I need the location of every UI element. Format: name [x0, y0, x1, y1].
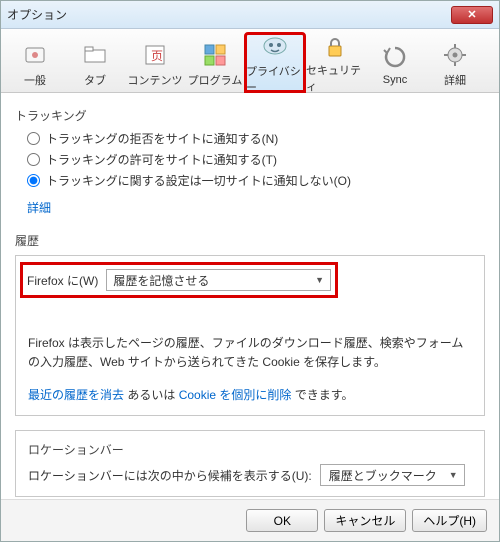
radio-none[interactable] [27, 174, 40, 187]
tracking-title: トラッキング [15, 107, 485, 124]
locationbar-row: ロケーションバーには次の中から候補を表示する(U): 履歴とブックマーク ▼ [28, 464, 472, 486]
history-select-value: 履歴を記憶させる [113, 272, 209, 289]
history-link-tail: できます。 [291, 388, 353, 402]
applications-icon [199, 40, 231, 70]
sync-icon [379, 42, 411, 72]
delete-cookies-link[interactable]: Cookie を個別に削除 [179, 388, 292, 402]
tab-general[interactable]: 一般 [5, 33, 65, 92]
locationbar-select[interactable]: 履歴とブックマーク ▼ [320, 464, 465, 486]
help-button[interactable]: ヘルプ(H) [412, 509, 487, 532]
privacy-mask-icon [259, 33, 291, 61]
history-mode-select[interactable]: 履歴を記憶させる ▼ [106, 269, 331, 291]
locationbar-select-value: 履歴とブックマーク [329, 467, 437, 484]
close-button[interactable]: ✕ [451, 6, 493, 24]
radio-label: トラッキングに関する設定は一切サイトに通知しない(O) [46, 172, 351, 189]
chevron-down-icon: ▼ [449, 470, 458, 480]
locationbar-label: ロケーションバーには次の中から候補を表示する(U): [28, 467, 312, 484]
gear-icon [439, 40, 471, 70]
locationbar-section: ロケーションバー ロケーションバーには次の中から候補を表示する(U): 履歴とブ… [15, 430, 485, 497]
category-toolbar: 一般 タブ 页 コンテンツ プログラム プライバシー セキュリティ Sync 詳 [1, 29, 499, 93]
clear-history-link[interactable]: 最近の履歴を消去 [28, 388, 124, 402]
tab-label: コンテンツ [128, 72, 183, 88]
chevron-down-icon: ▼ [315, 275, 324, 285]
tab-label: プログラム [188, 72, 243, 88]
dialog-footer: OK キャンセル ヘルプ(H) [1, 499, 499, 541]
tab-applications[interactable]: プログラム [185, 33, 245, 92]
svg-text:页: 页 [151, 49, 163, 63]
tracking-option-allow[interactable]: トラッキングの許可をサイトに通知する(T) [27, 151, 485, 168]
tab-label: セキュリティ [306, 62, 364, 94]
radio-label: トラッキングの許可をサイトに通知する(T) [46, 151, 277, 168]
history-title: 履歴 [15, 232, 485, 249]
tab-security[interactable]: セキュリティ [305, 33, 365, 92]
history-prefix-label: Firefox に(W) [27, 272, 98, 289]
radio-allow[interactable] [27, 153, 40, 166]
history-section: 履歴 Firefox に(W) 履歴を記憶させる ▼ Firefox は表示した… [15, 232, 485, 416]
history-link-middle: あるいは [124, 388, 179, 402]
tracking-section: トラッキング トラッキングの拒否をサイトに通知する(N) トラッキングの許可をサ… [15, 107, 485, 216]
tab-label: タブ [84, 72, 106, 88]
tab-label: 詳細 [444, 72, 466, 88]
general-icon [19, 40, 51, 70]
tab-sync[interactable]: Sync [365, 33, 425, 92]
lock-icon [319, 34, 351, 60]
history-box: Firefox に(W) 履歴を記憶させる ▼ Firefox は表示したページ… [15, 255, 485, 416]
locationbar-title: ロケーションバー [28, 441, 472, 458]
tracking-option-deny[interactable]: トラッキングの拒否をサイトに通知する(N) [27, 130, 485, 147]
content-icon: 页 [139, 40, 171, 70]
radio-deny[interactable] [27, 132, 40, 145]
history-mode-row: Firefox に(W) 履歴を記憶させる ▼ [20, 262, 338, 298]
ok-button[interactable]: OK [246, 509, 318, 532]
content-area: トラッキング トラッキングの拒否をサイトに通知する(N) トラッキングの許可をサ… [1, 93, 499, 499]
cancel-button[interactable]: キャンセル [324, 509, 406, 532]
history-description: Firefox は表示したページの履歴、ファイルのダウンロード履歴、検索やフォー… [28, 334, 472, 372]
tab-advanced[interactable]: 詳細 [425, 33, 485, 92]
tab-tabs[interactable]: タブ [65, 33, 125, 92]
tab-content[interactable]: 页 コンテンツ [125, 33, 185, 92]
close-icon: ✕ [467, 8, 476, 21]
tracking-option-none[interactable]: トラッキングに関する設定は一切サイトに通知しない(O) [27, 172, 485, 189]
titlebar: オプション ✕ [1, 1, 499, 29]
tabs-icon [79, 40, 111, 70]
window-title: オプション [7, 6, 451, 23]
tab-label: プライバシー [246, 63, 304, 95]
tab-label: Sync [383, 74, 407, 86]
options-window: オプション ✕ 一般 タブ 页 コンテンツ プログラム プライバシー セキュリテ… [0, 0, 500, 542]
tab-label: 一般 [24, 72, 46, 88]
radio-label: トラッキングの拒否をサイトに通知する(N) [46, 130, 278, 147]
history-links-row: 最近の履歴を消去 あるいは Cookie を個別に削除 できます。 [28, 386, 472, 403]
tracking-details-link[interactable]: 詳細 [27, 199, 51, 216]
tab-privacy[interactable]: プライバシー [245, 33, 305, 92]
